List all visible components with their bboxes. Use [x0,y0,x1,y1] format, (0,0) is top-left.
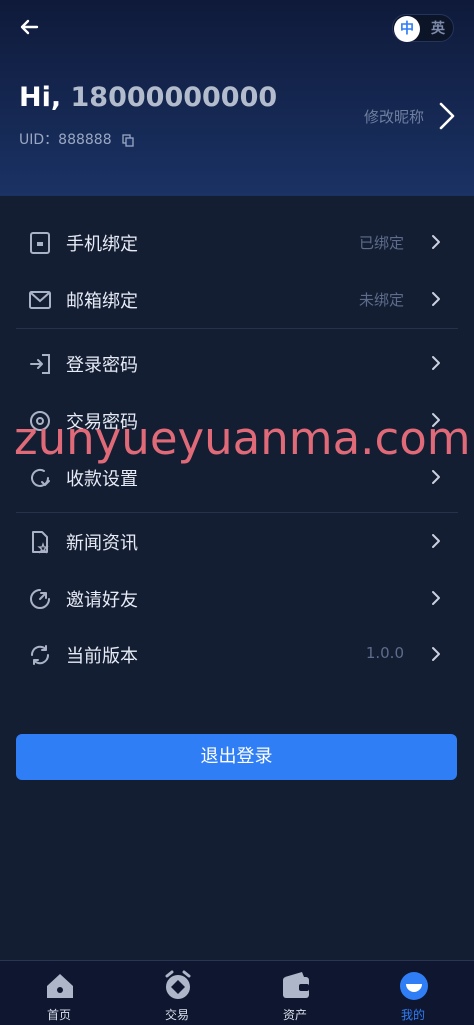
menu-item-login-password[interactable]: 登录密码 [0,339,474,389]
tab-home[interactable]: 首页 [0,961,118,1025]
chevron-right-icon [432,647,440,661]
mail-icon [29,291,51,309]
menu-item-news[interactable]: 新闻资讯 [0,517,474,567]
menu-label: 收款设置 [66,469,138,490]
chevron-right-icon[interactable] [438,101,456,131]
home-icon [47,974,73,998]
menu-label: 新闻资讯 [66,533,138,554]
tab-trade[interactable]: 交易 [118,961,236,1025]
menu-value: 已绑定 [358,234,404,252]
menu-item-email-binding[interactable]: 邮箱绑定 未绑定 [0,275,474,325]
chevron-right-icon [432,356,440,370]
menu-item-payment-settings[interactable]: 收款设置 [0,453,474,503]
menu-label: 邀请好友 [66,590,138,611]
wallet-icon [283,972,309,998]
copy-icon[interactable] [122,133,134,147]
tab-mine[interactable]: 我的 [354,961,472,1025]
chevron-right-icon [432,235,440,249]
chevron-right-icon [432,413,440,427]
bottom-tab-bar: 首页 交易 资产 我的 [0,960,474,1025]
document-icon [32,531,49,554]
uid-row: UID：888888 [19,129,134,149]
menu-label: 当前版本 [66,646,138,667]
menu-item-trade-password[interactable]: 交易密码 [0,396,474,446]
edit-nickname-link[interactable]: 修改昵称 [364,106,424,127]
menu-label: 手机绑定 [66,234,138,255]
menu-item-phone-binding[interactable]: 手机绑定 已绑定 [0,218,474,268]
menu-label: 交易密码 [66,412,138,433]
logout-button[interactable]: 退出登录 [16,734,457,780]
invite-icon [30,589,50,609]
arrow-left-icon[interactable] [16,14,42,40]
uid-label: UID： [19,132,59,148]
tab-label: 资产 [282,1008,307,1022]
language-toggle[interactable]: 中 英 [392,14,454,42]
refresh-icon [31,468,50,487]
divider [16,328,458,329]
greeting: Hi, 18000000000 [19,82,277,113]
chevron-right-icon [432,534,440,548]
menu-label: 邮箱绑定 [66,291,138,312]
phone-icon [30,232,50,254]
menu-value: 未绑定 [358,291,404,309]
menu-value: 1.0.0 [365,644,404,662]
profile-icon [400,972,428,1000]
phone-number: 18000000000 [70,82,278,113]
language-option-english[interactable]: 英 [431,15,445,43]
lock-icon [30,411,50,431]
uid-value: 888888 [58,132,112,148]
tab-label: 首页 [46,1008,71,1022]
language-option-chinese[interactable]: 中 [394,16,420,42]
profile-header: 中 英 Hi, 18000000000 UID：888888 修改昵称 [0,0,474,196]
tab-label: 我的 [400,1008,425,1022]
greeting-text: Hi, [19,82,62,113]
divider [16,512,458,513]
sync-icon [30,645,50,665]
menu-label: 登录密码 [66,355,138,376]
tab-assets[interactable]: 资产 [236,961,354,1025]
chevron-right-icon [432,470,440,484]
menu-item-invite-friends[interactable]: 邀请好友 [0,574,474,624]
tab-label: 交易 [164,1008,189,1022]
chevron-right-icon [432,591,440,605]
trade-icon [165,970,191,999]
menu-item-current-version[interactable]: 当前版本 1.0.0 [0,630,474,680]
login-icon [30,354,50,374]
chevron-right-icon [432,292,440,306]
